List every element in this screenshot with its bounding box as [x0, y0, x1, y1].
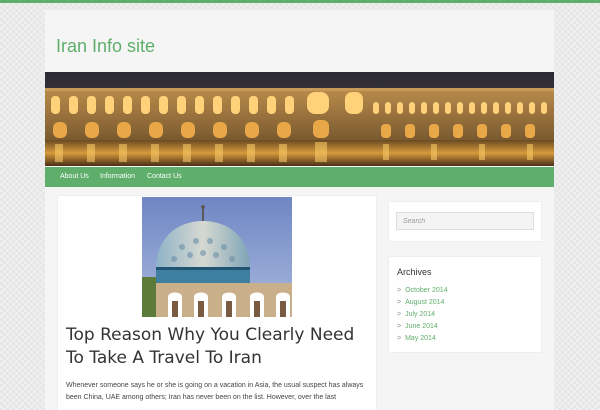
archive-link-june-2014[interactable]: June 2014: [405, 323, 438, 330]
archives-list: > October 2014 > August 2014 > July 2014 > J…: [397, 285, 448, 345]
search-input[interactable]: [396, 212, 534, 230]
archive-item: > October 2014: [397, 285, 448, 297]
archives-widget: Archives > October 2014 > August 2014 > Jul…: [389, 257, 541, 352]
chevron-right-icon: >: [397, 299, 402, 306]
page-wrapper: Iran Info site About Us Information Cont…: [45, 10, 554, 410]
post-title[interactable]: Top Reason Why You Clearly Need To Take …: [66, 324, 366, 370]
nav-item-contact-us[interactable]: Contact Us: [147, 167, 182, 187]
nav-item-information[interactable]: Information: [100, 167, 135, 187]
site-title[interactable]: Iran Info site: [56, 36, 155, 57]
search-widget: [389, 202, 541, 241]
post-article: Top Reason Why You Clearly Need To Take …: [58, 196, 376, 410]
archive-item: > June 2014: [397, 321, 448, 333]
archive-link-october-2014[interactable]: October 2014: [405, 287, 447, 294]
top-accent-strip: [0, 0, 600, 3]
archive-item: > May 2014: [397, 333, 448, 345]
chevron-right-icon: >: [397, 323, 402, 330]
archive-link-august-2014[interactable]: August 2014: [405, 299, 444, 306]
post-excerpt: Whenever someone says he or she is going…: [66, 382, 364, 401]
archive-link-july-2014[interactable]: July 2014: [405, 311, 435, 318]
chevron-right-icon: >: [397, 287, 402, 294]
archive-link-may-2014[interactable]: May 2014: [405, 335, 436, 342]
chevron-right-icon: >: [397, 311, 402, 318]
mosque-dome-image[interactable]: [142, 197, 292, 317]
main-navigation: About Us Information Contact Us: [45, 167, 554, 187]
chevron-right-icon: >: [397, 335, 402, 342]
archive-item: > August 2014: [397, 297, 448, 309]
nav-item-about-us[interactable]: About Us: [60, 167, 89, 187]
archives-title: Archives: [397, 267, 432, 277]
header-banner-image: [45, 72, 554, 166]
archive-item: > July 2014: [397, 309, 448, 321]
